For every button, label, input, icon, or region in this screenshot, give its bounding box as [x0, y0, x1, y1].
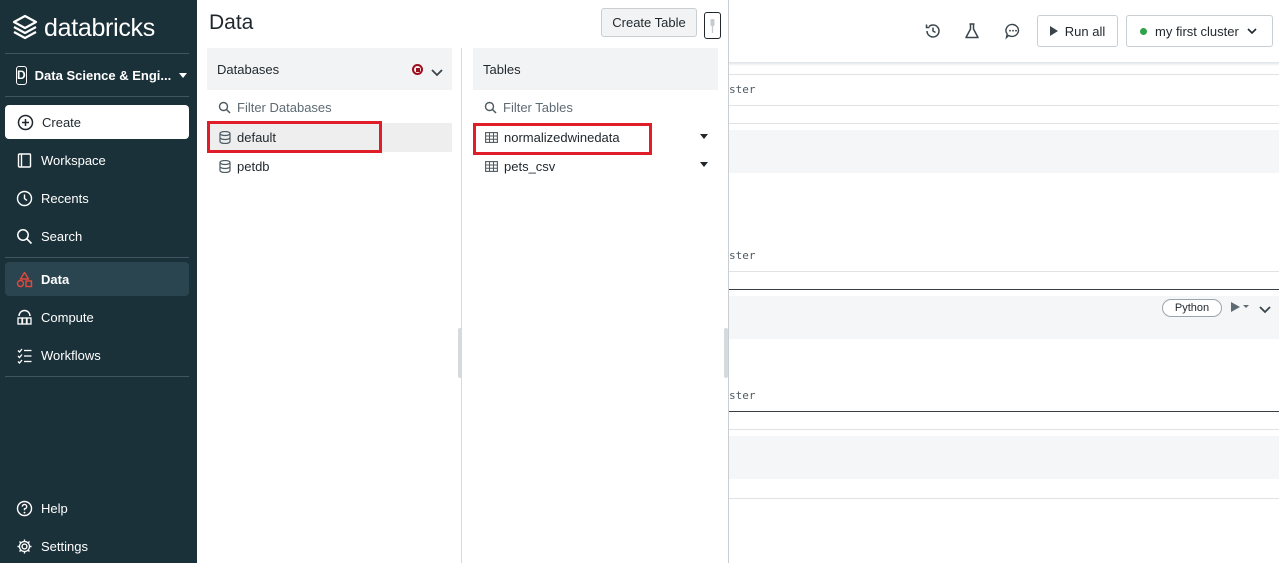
cell-output-text: ster	[729, 389, 756, 402]
database-row-default[interactable]: default	[207, 123, 452, 152]
experiment-flask-icon[interactable]	[961, 20, 983, 42]
sidebar-item-search[interactable]: Search	[5, 219, 189, 253]
code-cell[interactable]	[729, 436, 1279, 479]
sidebar-item-help[interactable]: Help	[5, 491, 189, 525]
sidebar-item-workflows[interactable]: Workflows	[5, 338, 189, 372]
database-name: default	[237, 130, 277, 145]
workspace-switcher[interactable]: D Data Science & Engi...	[16, 64, 188, 86]
cell-border	[729, 105, 1279, 106]
sidebar: databricks D Data Science & Engi... Crea…	[0, 0, 197, 563]
panel-title: Data	[209, 11, 254, 34]
tables-header: Tables	[473, 48, 718, 90]
data-icon	[16, 271, 33, 287]
sidebar-item-label: Workspace	[41, 152, 106, 168]
cell-border	[729, 74, 1279, 75]
database-name: petdb	[237, 159, 270, 174]
sidebar-item-label: Compute	[41, 309, 94, 325]
databricks-logo[interactable]: databricks	[12, 12, 155, 44]
chevron-down-icon[interactable]	[431, 65, 443, 80]
database-icon	[219, 131, 231, 144]
table-name: normalizedwinedata	[504, 130, 620, 145]
panel-resize-handle[interactable]	[724, 328, 728, 378]
stop-icon[interactable]	[412, 64, 423, 75]
cluster-selector[interactable]: my first cluster	[1126, 15, 1273, 47]
cell-output-text: ster	[729, 249, 756, 262]
notebook-header-shadow	[729, 62, 1279, 66]
chevron-down-icon	[1247, 27, 1257, 34]
revision-history-icon[interactable]	[922, 20, 944, 42]
filter-databases-input[interactable]: Filter Databases	[218, 97, 332, 117]
column-divider	[461, 48, 462, 563]
caret-down-icon[interactable]	[700, 134, 708, 139]
data-panel: Data Create Table Databases Filter Datab…	[197, 0, 729, 563]
search-icon	[484, 101, 497, 114]
workspace-badge: D	[16, 65, 27, 85]
run-cell-icon[interactable]	[1230, 301, 1252, 316]
chevron-down-icon[interactable]	[1259, 302, 1271, 317]
filter-tables-placeholder: Filter Tables	[503, 99, 573, 115]
database-icon	[219, 160, 231, 173]
code-cell[interactable]	[729, 130, 1279, 173]
cell-border	[729, 289, 1279, 290]
sidebar-item-data[interactable]: Data	[5, 262, 189, 296]
table-row-normalizedwinedata[interactable]: normalizedwinedata	[473, 123, 718, 152]
run-all-button[interactable]: Run all	[1037, 15, 1118, 47]
language-badge[interactable]: Python	[1162, 299, 1222, 317]
sidebar-divider	[5, 96, 189, 97]
sidebar-item-recents[interactable]: Recents	[5, 181, 189, 215]
caret-down-icon[interactable]	[700, 162, 708, 167]
cell-border	[729, 429, 1279, 430]
create-table-button[interactable]: Create Table	[601, 8, 697, 37]
play-icon	[1049, 26, 1058, 36]
brand-name: databricks	[44, 13, 155, 42]
sidebar-item-label: Workflows	[41, 347, 101, 363]
pin-icon	[710, 18, 715, 33]
create-button[interactable]: Create	[5, 105, 189, 139]
workspace-icon	[17, 152, 32, 168]
search-icon	[17, 228, 33, 244]
sidebar-divider	[5, 257, 189, 258]
cell-border	[729, 271, 1279, 272]
sidebar-item-label: Data	[41, 271, 70, 287]
cell-border	[729, 123, 1279, 124]
sidebar-item-compute[interactable]: Compute	[5, 300, 189, 334]
sidebar-item-workspace[interactable]: Workspace	[5, 143, 189, 177]
compute-icon	[17, 309, 32, 325]
search-icon	[218, 101, 231, 114]
databases-header-label: Databases	[217, 61, 280, 77]
filter-tables-input[interactable]: Filter Tables	[484, 97, 573, 117]
table-icon	[485, 161, 498, 172]
gear-icon	[17, 539, 32, 553]
sidebar-item-label: Search	[41, 228, 83, 244]
sidebar-item-label: Recents	[41, 190, 89, 206]
workspace-label: Data Science & Engi...	[34, 67, 172, 83]
table-icon	[485, 132, 498, 143]
comments-icon[interactable]	[1002, 20, 1024, 42]
caret-down-icon	[179, 72, 188, 78]
sidebar-item-settings[interactable]: Settings	[5, 529, 189, 563]
table-row-pets-csv[interactable]: pets_csv	[473, 152, 718, 181]
sidebar-divider	[5, 376, 189, 377]
cell-output-text: ster	[729, 83, 756, 96]
cluster-name: my first cluster	[1155, 23, 1239, 39]
clock-icon	[16, 190, 33, 206]
tables-header-label: Tables	[483, 61, 521, 77]
pin-panel-button[interactable]	[704, 12, 721, 39]
database-row-petdb[interactable]: petdb	[207, 152, 452, 181]
cell-border	[729, 411, 1279, 412]
cluster-status-dot	[1140, 27, 1147, 35]
sidebar-divider	[5, 53, 189, 54]
table-name: pets_csv	[504, 159, 556, 174]
run-all-label: Run all	[1064, 23, 1106, 39]
sidebar-item-label: Settings	[41, 538, 88, 554]
create-label: Create	[42, 114, 82, 130]
cell-border	[729, 498, 1279, 499]
plus-circle-icon	[17, 114, 34, 130]
workflows-icon	[17, 348, 32, 364]
databricks-logo-icon	[12, 14, 38, 40]
help-icon	[16, 500, 33, 516]
filter-databases-placeholder: Filter Databases	[237, 99, 332, 115]
sidebar-item-label: Help	[41, 500, 68, 516]
